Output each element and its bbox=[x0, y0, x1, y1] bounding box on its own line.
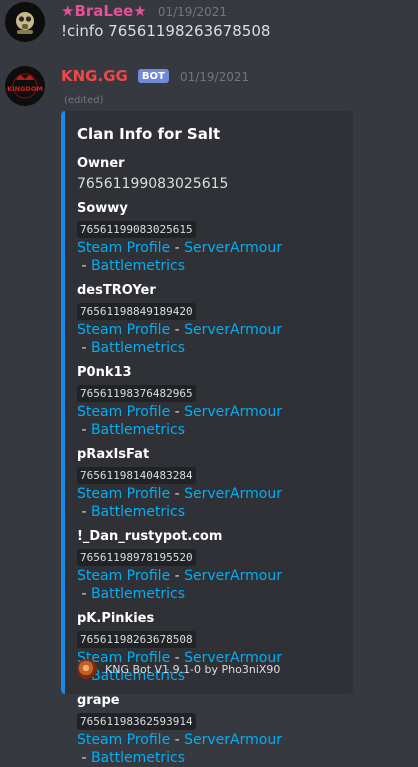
serverarmour-link[interactable]: ServerArmour bbox=[184, 568, 282, 584]
member-links: Steam Profile - ServerArmour - Battlemet… bbox=[77, 731, 339, 767]
member-list: Sowwy 76561199083025615 Steam Profile - Se… bbox=[77, 201, 339, 767]
gasmask-icon bbox=[5, 2, 45, 42]
link-separator: - bbox=[170, 404, 185, 420]
serverarmour-link[interactable]: ServerArmour bbox=[184, 240, 282, 256]
user-avatar[interactable] bbox=[5, 2, 45, 42]
steam-profile-link[interactable]: Steam Profile bbox=[77, 240, 170, 256]
link-separator: - bbox=[170, 732, 185, 748]
battlemetrics-link[interactable]: Battlemetrics bbox=[91, 258, 185, 274]
serverarmour-link[interactable]: ServerArmour bbox=[184, 732, 282, 748]
serverarmour-link[interactable]: ServerArmour bbox=[184, 404, 282, 420]
link-separator: - bbox=[77, 258, 91, 274]
member-field: Sowwy 76561199083025615 Steam Profile - Se… bbox=[77, 201, 339, 275]
link-separator: - bbox=[77, 422, 91, 438]
battlemetrics-link[interactable]: Battlemetrics bbox=[91, 504, 185, 520]
member-name: desTROYer bbox=[77, 283, 156, 298]
embed-title: Clan Info for Salt bbox=[77, 125, 221, 143]
embed-footer: KNG Bot V1.9.1-0 by Pho3niX90 bbox=[77, 659, 280, 679]
owner-label: Owner bbox=[77, 156, 125, 171]
owner-value: 76561199083025615 bbox=[77, 176, 229, 192]
member-name: !_Dan_rustypot.com bbox=[77, 529, 223, 544]
member-field: pRaxIsFat 76561198140483284 Steam Profile … bbox=[77, 447, 339, 521]
battlemetrics-link[interactable]: Battlemetrics bbox=[91, 340, 185, 356]
member-field: P0nk13 76561198376482965 Steam Profile - S… bbox=[77, 365, 339, 439]
member-name: grape bbox=[77, 693, 120, 708]
battlemetrics-link[interactable]: Battlemetrics bbox=[91, 422, 185, 438]
steam-profile-link[interactable]: Steam Profile bbox=[77, 322, 170, 338]
owner-field: Owner 76561199083025615 bbox=[77, 156, 339, 193]
member-field: desTROYer 76561198849189420 Steam Profile … bbox=[77, 283, 339, 357]
member-steamid: 76561198362593914 bbox=[77, 713, 196, 730]
bot-avatar[interactable]: KINGDOM bbox=[5, 66, 45, 106]
member-name: pRaxIsFat bbox=[77, 447, 150, 462]
battlemetrics-link[interactable]: Battlemetrics bbox=[91, 750, 185, 766]
member-links: Steam Profile - ServerArmour - Battlemet… bbox=[77, 321, 339, 357]
member-field: grape 76561198362593914 Steam Profile - Se… bbox=[77, 693, 339, 767]
member-links: Steam Profile - ServerArmour - Battlemet… bbox=[77, 403, 339, 439]
member-name: pK.Pinkies bbox=[77, 611, 155, 626]
edited-marker: (edited) bbox=[64, 95, 104, 106]
svg-text:KINGDOM: KINGDOM bbox=[7, 85, 43, 93]
link-separator: - bbox=[77, 504, 91, 520]
member-steamid: 76561198140483284 bbox=[77, 467, 196, 484]
username[interactable]: ★BraLee★ bbox=[61, 2, 147, 20]
message-content: !cinfo 76561198263678508 bbox=[61, 22, 271, 40]
steam-profile-link[interactable]: Steam Profile bbox=[77, 568, 170, 584]
member-name: Sowwy bbox=[77, 201, 128, 216]
username[interactable]: KNG.GG bbox=[61, 67, 128, 85]
member-links: Steam Profile - ServerArmour - Battlemet… bbox=[77, 567, 339, 603]
steam-profile-link[interactable]: Steam Profile bbox=[77, 732, 170, 748]
member-steamid: 76561198376482965 bbox=[77, 385, 196, 402]
steam-profile-link[interactable]: Steam Profile bbox=[77, 486, 170, 502]
embed: Clan Info for Salt Owner 765611990830256… bbox=[61, 111, 353, 766]
timestamp: 01/19/2021 bbox=[157, 5, 228, 19]
member-links: Steam Profile - ServerArmour - Battlemet… bbox=[77, 239, 339, 275]
member-steamid: 76561198978195520 bbox=[77, 549, 196, 566]
link-separator: - bbox=[170, 240, 185, 256]
serverarmour-link[interactable]: ServerArmour bbox=[184, 322, 282, 338]
member-links: Steam Profile - ServerArmour - Battlemet… bbox=[77, 485, 339, 521]
member-name: P0nk13 bbox=[77, 365, 132, 380]
bot-badge: BOT bbox=[137, 69, 169, 83]
link-separator: - bbox=[170, 568, 185, 584]
timestamp: 01/19/2021 bbox=[179, 70, 250, 84]
member-field: !_Dan_rustypot.com 76561198978195520 Steam… bbox=[77, 529, 339, 603]
link-separator: - bbox=[77, 340, 91, 356]
member-steamid: 76561199083025615 bbox=[77, 221, 196, 238]
link-separator: - bbox=[170, 322, 185, 338]
footer-text: KNG Bot V1.9.1-0 by Pho3niX90 bbox=[105, 662, 281, 676]
steam-profile-link[interactable]: Steam Profile bbox=[77, 404, 170, 420]
member-steamid: 76561198849189420 bbox=[77, 303, 196, 320]
kingdom-logo-icon: KINGDOM bbox=[5, 66, 45, 106]
bot-footer-icon bbox=[77, 659, 97, 679]
link-separator: - bbox=[77, 750, 91, 766]
link-separator: - bbox=[77, 586, 91, 602]
serverarmour-link[interactable]: ServerArmour bbox=[184, 486, 282, 502]
member-steamid: 76561198263678508 bbox=[77, 631, 196, 648]
link-separator: - bbox=[170, 486, 185, 502]
battlemetrics-link[interactable]: Battlemetrics bbox=[91, 586, 185, 602]
